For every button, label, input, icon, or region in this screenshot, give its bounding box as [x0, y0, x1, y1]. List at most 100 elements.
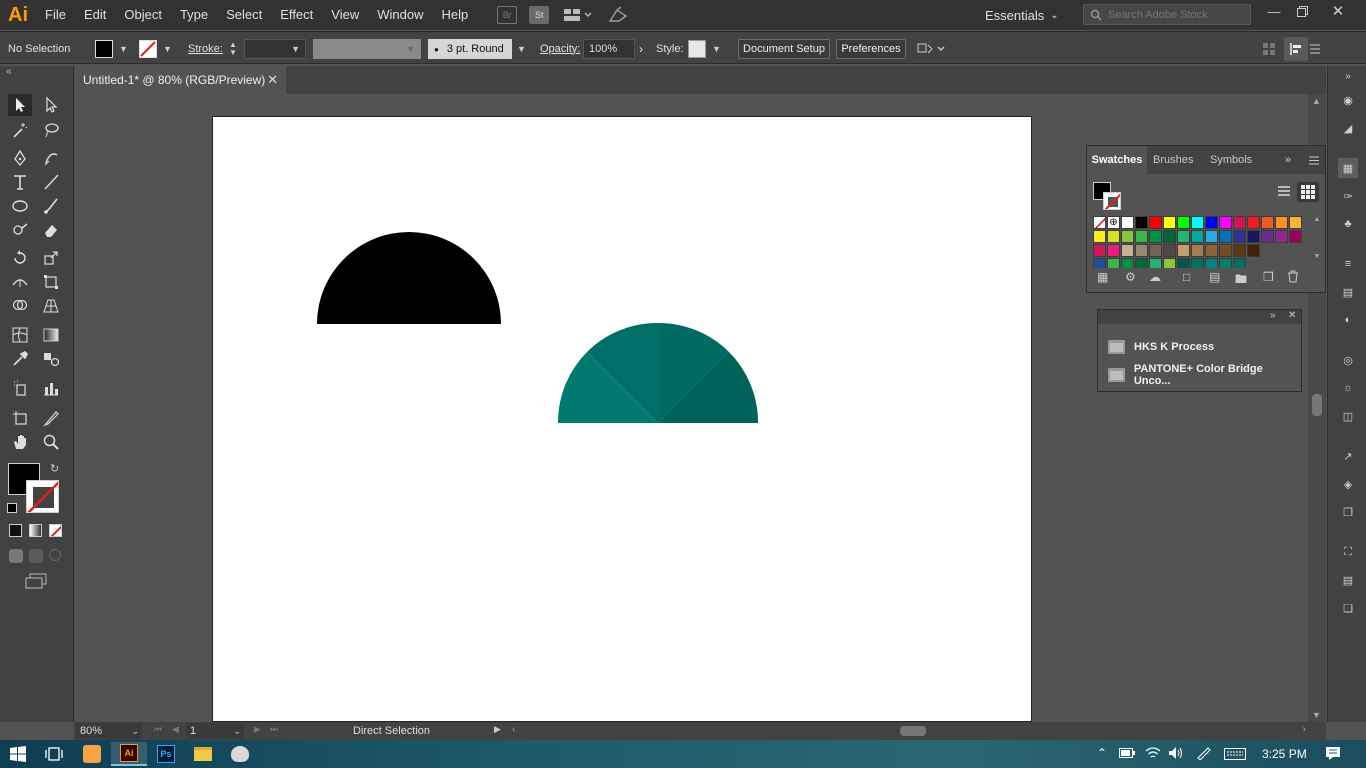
- panel-menu-icon[interactable]: [1309, 146, 1319, 174]
- export-icon[interactable]: ↗: [1338, 446, 1358, 466]
- notifications-icon[interactable]: [1325, 746, 1341, 764]
- swatch[interactable]: [1275, 230, 1288, 243]
- align-panel-icon[interactable]: ▤: [1338, 570, 1358, 590]
- delete-swatch-icon[interactable]: [1287, 270, 1299, 286]
- brush-dropdown-caret[interactable]: ▼: [517, 32, 526, 65]
- brushes-panel-icon[interactable]: ✑: [1338, 186, 1358, 206]
- swatch[interactable]: [1093, 258, 1106, 268]
- appearance-panel-icon[interactable]: ◎: [1338, 350, 1358, 370]
- swatch-scrollbar[interactable]: ▲ ▼: [1311, 216, 1323, 268]
- style-dropdown-caret[interactable]: ▼: [712, 32, 721, 65]
- column-graph-tool-icon[interactable]: [39, 377, 63, 399]
- width-tool-icon[interactable]: [8, 271, 32, 293]
- line-tool-icon[interactable]: [39, 171, 63, 193]
- close-panel-icon[interactable]: ✕: [1288, 310, 1296, 321]
- shaper-tool-icon[interactable]: [8, 219, 32, 241]
- swatch[interactable]: [1135, 230, 1148, 243]
- collapse-toolbar-icon[interactable]: «: [6, 66, 12, 77]
- bridge-icon[interactable]: Br: [497, 6, 518, 24]
- tab-brushes[interactable]: Brushes: [1153, 146, 1193, 174]
- stock-search[interactable]: [1083, 4, 1251, 25]
- wifi-icon[interactable]: [1145, 746, 1161, 763]
- opacity-field[interactable]: 100%: [583, 39, 635, 59]
- swatch[interactable]: [1191, 258, 1204, 268]
- swatch[interactable]: [1163, 230, 1176, 243]
- graphic-styles-icon[interactable]: ☼: [1338, 378, 1358, 398]
- taskbar-photoshop-icon[interactable]: Ps: [148, 742, 184, 766]
- swatch[interactable]: [1121, 216, 1134, 229]
- black-semicircle[interactable]: [317, 232, 501, 324]
- swatch[interactable]: [1191, 230, 1204, 243]
- selection-tool-icon[interactable]: [8, 94, 32, 116]
- scroll-down-icon[interactable]: ▼: [1311, 253, 1323, 260]
- library-item-pantone-color-bridge[interactable]: PANTONE+ Color Bridge Unco...: [1108, 363, 1301, 387]
- document-tab[interactable]: Untitled-1* @ 80% (RGB/Preview) ✕: [74, 66, 286, 94]
- hand-tool-icon[interactable]: [8, 431, 32, 453]
- expand-panel-icon[interactable]: »: [1270, 310, 1276, 321]
- stroke-label[interactable]: Stroke:: [188, 32, 223, 65]
- swatch[interactable]: [1163, 216, 1176, 229]
- artboards-panel-icon[interactable]: ❐: [1338, 502, 1358, 522]
- style-label[interactable]: Style:: [656, 32, 684, 65]
- panel-menu-icon[interactable]: [1310, 32, 1320, 65]
- color-mode-icon[interactable]: [9, 524, 22, 537]
- swatch[interactable]: [1247, 216, 1260, 229]
- swatch[interactable]: [1233, 216, 1246, 229]
- draw-normal-icon[interactable]: [9, 549, 23, 563]
- menu-help[interactable]: Help: [432, 0, 477, 30]
- swatch[interactable]: [1149, 258, 1162, 268]
- menu-effect[interactable]: Effect: [271, 0, 322, 30]
- swatch[interactable]: [1107, 258, 1120, 268]
- eraser-tool-icon[interactable]: [39, 219, 63, 241]
- scroll-thumb[interactable]: [900, 726, 926, 736]
- artboard-tool-icon[interactable]: [8, 407, 32, 429]
- grid-view-icon[interactable]: [1262, 32, 1276, 65]
- stroke-weight-stepper[interactable]: ▲ ▼: [229, 32, 237, 65]
- brush-definition[interactable]: ● 3 pt. Round: [428, 39, 512, 59]
- default-fill-stroke-icon[interactable]: [7, 503, 17, 513]
- stroke-swatch[interactable]: [139, 40, 157, 58]
- none-mode-icon[interactable]: [49, 524, 62, 537]
- draw-inside-icon[interactable]: [49, 549, 61, 561]
- menu-select[interactable]: Select: [217, 0, 271, 30]
- status-menu-icon[interactable]: ▶: [494, 724, 501, 735]
- swatch[interactable]: [1191, 244, 1204, 257]
- cloud-icon[interactable]: ☁: [1149, 270, 1161, 284]
- fill-dropdown-caret[interactable]: ▼: [119, 32, 128, 65]
- color-panel-icon[interactable]: ◉: [1338, 90, 1358, 110]
- draw-behind-icon[interactable]: [29, 549, 43, 563]
- swatch[interactable]: [1219, 216, 1232, 229]
- tab-swatches[interactable]: Swatches: [1087, 146, 1147, 174]
- swatch[interactable]: [1177, 244, 1190, 257]
- arrange-documents-icon[interactable]: [563, 7, 593, 23]
- scale-tool-icon[interactable]: [39, 247, 63, 269]
- symbol-sprayer-tool-icon[interactable]: [8, 377, 32, 399]
- tab-symbols[interactable]: Symbols: [1210, 146, 1252, 174]
- folder-icon[interactable]: 🖿: [1235, 270, 1247, 291]
- teal-semicircle[interactable]: [557, 322, 759, 423]
- gradient-mode-icon[interactable]: [29, 524, 42, 537]
- rotate-tool-icon[interactable]: [8, 247, 32, 269]
- swatch[interactable]: [1191, 216, 1204, 229]
- clock[interactable]: 3:25 PM: [1262, 747, 1307, 761]
- close-tab-icon[interactable]: ✕: [267, 72, 278, 88]
- workspace-switcher[interactable]: Essentials ⌄: [985, 0, 1059, 30]
- transparency-panel-icon[interactable]: ◐: [1338, 310, 1358, 330]
- battery-icon[interactable]: [1119, 748, 1135, 761]
- swatch[interactable]: [1163, 244, 1176, 257]
- symbols-panel-icon[interactable]: ♣: [1338, 214, 1358, 234]
- stock-icon[interactable]: St: [529, 6, 550, 24]
- swatch[interactable]: [1205, 216, 1218, 229]
- stroke-weight-field[interactable]: ▼: [244, 39, 306, 59]
- swatch[interactable]: [1233, 244, 1246, 257]
- menu-edit[interactable]: Edit: [75, 0, 115, 30]
- eyedropper-tool-icon[interactable]: [8, 348, 32, 370]
- swatch[interactable]: [1205, 258, 1218, 268]
- pathfinder-panel-icon[interactable]: ❏: [1338, 598, 1358, 618]
- swatch-options-icon[interactable]: ▤: [1209, 270, 1220, 284]
- swatch[interactable]: [1247, 244, 1260, 257]
- swatch[interactable]: [1093, 230, 1106, 243]
- swatch[interactable]: [1177, 216, 1190, 229]
- taskbar-paint-icon[interactable]: [222, 742, 258, 766]
- document-setup-button[interactable]: Document Setup: [738, 39, 830, 59]
